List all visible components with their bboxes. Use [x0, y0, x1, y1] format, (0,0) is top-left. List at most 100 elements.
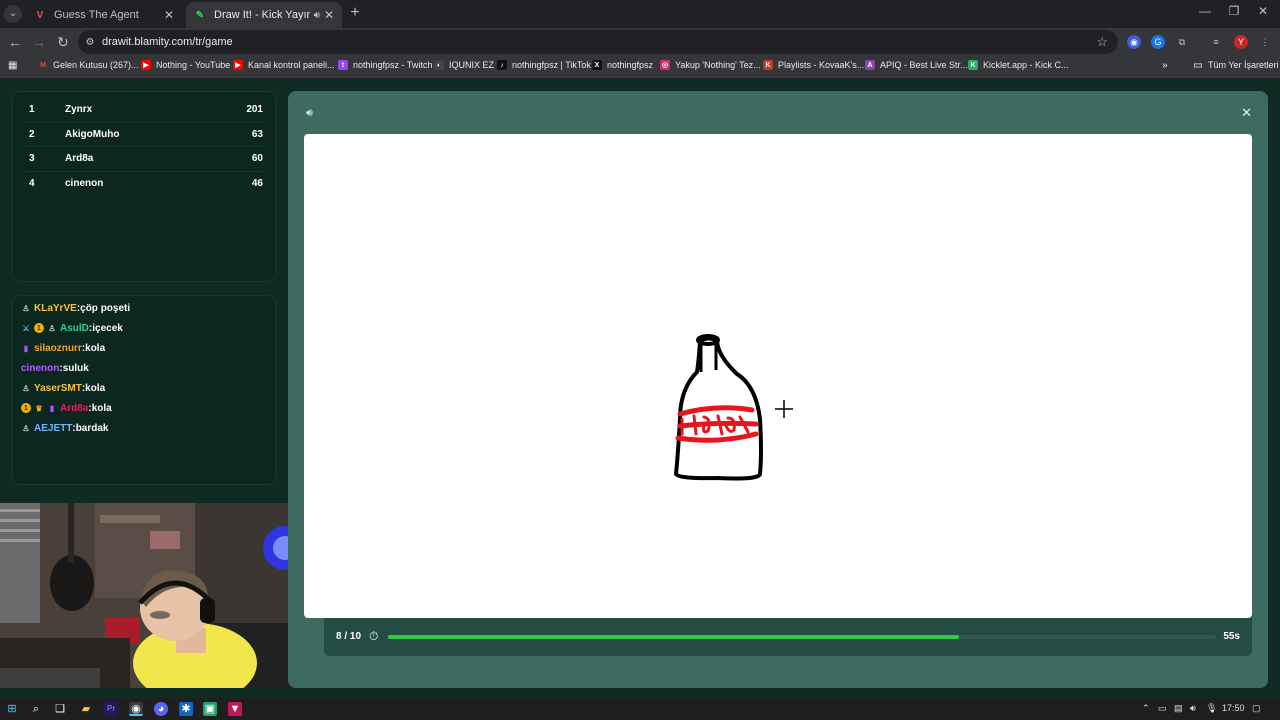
back-arrow-icon[interactable]: ←: [6, 33, 24, 51]
all-bookmarks-folder[interactable]: ▭ Tüm Yer İşaretleri: [1193, 60, 1279, 71]
tab-strip: ⌄ V Guess The Agent ✕ ✎ Draw It! - Kick …: [0, 0, 1280, 28]
network-icon[interactable]: ▤: [1174, 703, 1183, 714]
volume-icon[interactable]: 🔊︎: [1190, 703, 1196, 714]
browser-tab-draw-it[interactable]: ✎ Draw It! - Kick Yayınları İçin 🔊︎ ✕: [186, 2, 342, 28]
chat-username[interactable]: KLaYrVE: [34, 303, 77, 314]
restore-window-icon[interactable]: ❐: [1219, 4, 1249, 18]
timer-icon: ⏱: [369, 629, 379, 643]
tab-title: Guess The Agent: [54, 9, 139, 21]
close-window-icon[interactable]: ✕: [1248, 4, 1278, 18]
notifications-icon[interactable]: ▢: [1252, 703, 1261, 714]
chat-message: cinenon: suluk: [13, 358, 275, 378]
tray-chevron-icon[interactable]: ⌃: [1142, 703, 1150, 714]
leaderboard-player-name: cinenon: [65, 178, 104, 190]
reload-icon[interactable]: ↻: [54, 33, 72, 51]
chat-username[interactable]: cinenon: [21, 363, 59, 374]
leaderboard-player-name: Zynrx: [65, 104, 93, 116]
crosshair-cursor-icon: [775, 400, 793, 418]
premiere-pro-icon[interactable]: Pr: [104, 702, 118, 716]
chat-text: suluk: [62, 362, 89, 374]
leaderboard-rank: 4: [29, 178, 35, 190]
file-explorer-icon[interactable]: ▰: [79, 702, 93, 716]
bookmark-label: nothingfpsz - Twitch: [353, 60, 433, 70]
leaderboard-score: 60: [251, 153, 263, 165]
sub-one-icon: 1: [34, 323, 44, 333]
task-view-icon[interactable]: ❏: [53, 702, 67, 716]
browser-tab-guess-the-agent[interactable]: V Guess The Agent ✕: [26, 2, 182, 28]
close-tab-icon[interactable]: ✕: [164, 8, 174, 22]
search-icon[interactable]: ⌕: [29, 702, 43, 716]
extension-translate-icon[interactable]: G: [1151, 35, 1165, 49]
leaderboard-rank: 3: [29, 153, 35, 165]
kovaaks-icon: K: [763, 60, 773, 70]
bookmark-label: Yakup 'Nothing' Tez...: [675, 60, 761, 70]
bookmark-star-icon[interactable]: ☆: [1096, 34, 1108, 50]
round-status-bar: 8 / 10 ⏱ 55s: [324, 618, 1252, 656]
drawit-favicon-icon: ✎: [195, 9, 205, 21]
chat-message: ♙ AEJETT: bardak: [13, 418, 275, 438]
bookmark-youtube[interactable]: ▶ Nothing - YouTube: [141, 60, 230, 70]
bookmark-label: nothingfpsz | TikTok: [512, 60, 591, 70]
address-bar[interactable]: ⚙ drawit.blamity.com/tr/game ☆: [78, 30, 1118, 54]
chrome-icon[interactable]: ◉: [129, 702, 143, 716]
bookmark-label: Playlists - KovaaK's...: [778, 60, 865, 70]
close-tab-icon[interactable]: ✕: [324, 8, 334, 22]
sword-icon: ⚔: [22, 323, 30, 333]
browser-menu-icon[interactable]: ⋮: [1258, 35, 1272, 49]
chat-username[interactable]: AsulD: [60, 323, 89, 334]
url-text[interactable]: drawit.blamity.com/tr/game: [102, 36, 233, 48]
chat-text: bardak: [75, 422, 109, 434]
bookmark-kovaaks[interactable]: K Playlists - KovaaK's...: [763, 60, 864, 70]
bookmark-tiktok[interactable]: ♪ nothingfpsz | TikTok: [497, 60, 591, 70]
youtube-icon: ▶: [141, 60, 151, 70]
chat-username[interactable]: AEJETT: [34, 423, 72, 434]
bookmark-label: Nothing - YouTube: [156, 60, 231, 70]
bookmark-label: nothingfpsz: [607, 60, 654, 70]
bookmark-kicklet[interactable]: K Kicklet.app - Kick C...: [968, 60, 1069, 70]
bookmark-iqunix[interactable]: ◐ IQUNIX EZ: [434, 60, 494, 70]
app-icon[interactable]: ✱: [179, 702, 193, 716]
game-panel: 🔊︎ ✕ 8 / 10 ⏱ 55s: [288, 91, 1268, 688]
drawing-canvas[interactable]: [304, 134, 1252, 618]
new-tab-button[interactable]: +: [346, 4, 364, 22]
tray-app-icon[interactable]: ▭: [1158, 703, 1167, 714]
chat-text: kola: [85, 382, 106, 394]
minimize-window-icon[interactable]: —: [1190, 4, 1220, 18]
profile-avatar[interactable]: Y: [1234, 35, 1248, 49]
pawn-icon: ♙: [22, 303, 30, 313]
app-icon[interactable]: ▼: [228, 702, 242, 716]
more-bookmarks-chevron-icon[interactable]: »: [1162, 60, 1168, 71]
leaderboard-rank: 2: [29, 128, 35, 140]
bookmark-label: Tüm Yer İşaretleri: [1208, 60, 1279, 70]
bookmark-youtube-studio[interactable]: ▶ Kanal kontrol paneli...: [233, 60, 335, 70]
reading-list-icon[interactable]: ≡: [1209, 35, 1223, 49]
discord-icon[interactable]: ◕: [154, 702, 168, 716]
ptag-icon: ▮: [23, 343, 29, 353]
x-icon: X: [592, 60, 602, 70]
bookmark-instagram[interactable]: ◎ Yakup 'Nothing' Tez...: [660, 60, 761, 70]
tab-search-button[interactable]: ⌄: [4, 5, 22, 23]
chat-username[interactable]: YaserSMT: [34, 383, 82, 394]
bookmark-apiq[interactable]: A APIQ - Best Live Str...: [865, 60, 968, 70]
extension-icon[interactable]: ◉: [1127, 35, 1141, 49]
bookmark-gmail[interactable]: M Gelen Kutusu (267)...: [38, 60, 138, 70]
extensions-puzzle-icon[interactable]: ⧉: [1175, 35, 1189, 49]
speaker-icon[interactable]: 🔊︎: [306, 107, 313, 120]
bookmark-x[interactable]: Xnothingfpsz: [592, 60, 653, 70]
chat-username[interactable]: Ard8a: [60, 403, 88, 414]
chat-username[interactable]: silaoznurr: [34, 343, 82, 354]
clock[interactable]: 17:50: [1222, 703, 1245, 713]
apps-grid-icon[interactable]: ▦: [8, 60, 17, 71]
bookmark-label: Kanal kontrol paneli...: [248, 60, 335, 70]
round-counter: 8 / 10: [336, 631, 362, 642]
speaker-icon[interactable]: 🔊︎: [314, 10, 320, 21]
site-info-icon[interactable]: ⚙: [78, 37, 102, 48]
windows-start-icon[interactable]: ⊞: [5, 702, 19, 716]
windows-taskbar: ⊞ ⌕ ❏ ▰ Pr ◉ ◕ ✱ ▣ ▼ ⌃ ▭ ▤ 🔊︎ 🎙︎ 17:50 ▢: [0, 698, 1280, 720]
app-icon[interactable]: ▣: [203, 702, 217, 716]
bookmark-twitch[interactable]: t nothingfpsz - Twitch: [338, 60, 432, 70]
pawn-icon: ♙: [22, 423, 30, 433]
close-icon[interactable]: ✕: [1241, 105, 1252, 121]
microphone-icon[interactable]: 🎙︎: [1206, 703, 1217, 714]
forward-arrow-icon[interactable]: →: [30, 33, 48, 51]
